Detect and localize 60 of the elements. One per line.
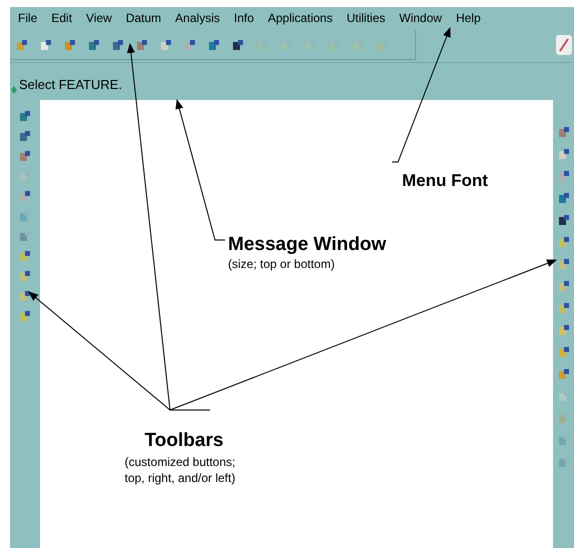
tool-icon	[558, 236, 570, 248]
menu-item[interactable]: Info	[234, 8, 254, 26]
tool-icon	[160, 38, 172, 50]
callout-note: (customized buttons;	[124, 454, 236, 470]
menu-item[interactable]: Applications	[268, 8, 333, 26]
tool-icon	[558, 126, 570, 138]
menu-item[interactable]: Window	[399, 8, 442, 26]
tool-icon	[558, 148, 570, 160]
tool-icon	[19, 150, 31, 162]
tool-icon	[16, 38, 28, 50]
tool-icon	[558, 434, 570, 446]
tool-icon	[19, 310, 31, 322]
tool-icon	[558, 346, 570, 358]
tool-icon	[208, 38, 220, 50]
tool-icon	[19, 110, 31, 122]
tool-icon	[558, 280, 570, 292]
tool-button[interactable]	[17, 288, 33, 304]
menu-item[interactable]: Edit	[51, 8, 72, 26]
callout-note: top, right, and/or left)	[124, 470, 236, 486]
tool-icon	[376, 38, 388, 50]
tool-icon	[19, 190, 31, 202]
diamond-icon	[11, 86, 17, 94]
tool-icon	[328, 38, 340, 50]
tool-icon	[558, 324, 570, 336]
tool-icon	[19, 270, 31, 282]
callout-note: (size; top or bottom)	[228, 257, 336, 272]
menu-item[interactable]: Help	[456, 8, 481, 26]
tool-icon	[184, 38, 196, 50]
tool-icon	[558, 456, 570, 468]
tool-icon	[19, 250, 31, 262]
tool-icon	[256, 38, 268, 50]
tool-icon	[136, 38, 148, 50]
tool-icon	[19, 230, 31, 242]
tool-icon	[19, 290, 31, 302]
menu-item[interactable]: Utilities	[346, 8, 386, 26]
message-text: Select FEATURE.	[19, 76, 122, 94]
callout-title: Toolbars	[144, 429, 224, 453]
tool-icon	[352, 38, 364, 50]
menu-item[interactable]: Analysis	[175, 8, 220, 26]
tool-icon	[558, 192, 570, 204]
tool-icon	[558, 412, 570, 424]
menu-item[interactable]: View	[86, 8, 112, 26]
callout-title: Message Window	[228, 233, 386, 257]
tool-icon	[558, 302, 570, 314]
tool-icon	[64, 38, 76, 50]
tool-icon	[558, 390, 570, 402]
tool-icon	[558, 258, 570, 270]
pencil-icon	[556, 35, 572, 55]
tool-icon	[40, 38, 52, 50]
tool-icon	[19, 210, 31, 222]
menu-item[interactable]: Datum	[126, 8, 162, 26]
tool-icon	[558, 214, 570, 226]
menu-item[interactable]: File	[18, 8, 38, 26]
tool-icon	[232, 38, 244, 50]
tool-icon	[112, 38, 124, 50]
tool-icon	[19, 130, 31, 142]
callout-title: Menu Font	[402, 170, 488, 192]
tool-icon	[88, 38, 100, 50]
tool-icon	[558, 368, 570, 380]
tool-icon	[558, 170, 570, 182]
